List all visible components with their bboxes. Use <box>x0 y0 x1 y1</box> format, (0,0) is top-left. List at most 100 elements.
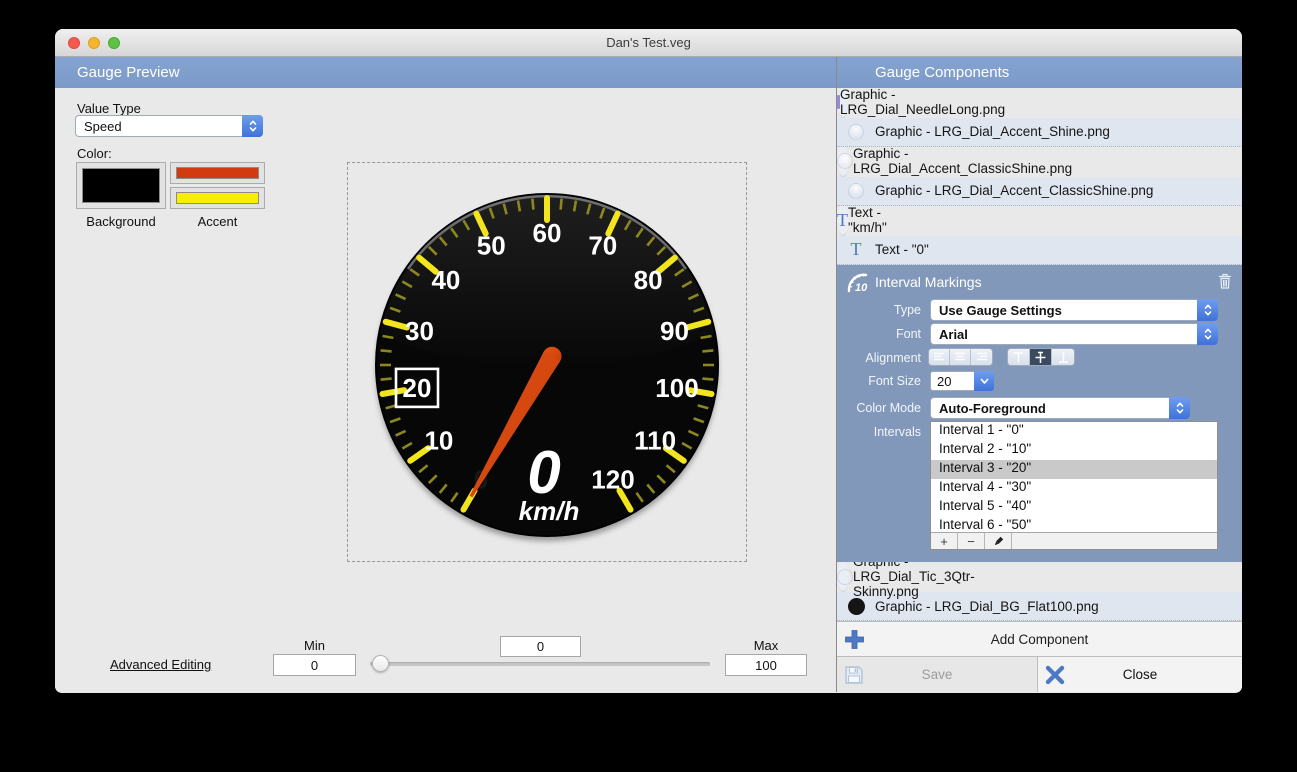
component-row[interactable]: Graphic - LRG_Dial_Tic_3Qtr-Skinny.png <box>837 562 849 592</box>
vertical-alignment-group <box>1007 348 1075 366</box>
align-right-icon <box>976 351 988 363</box>
component-row[interactable]: TText - "km/h" <box>837 206 849 236</box>
components-bottom-list: Graphic - LRG_Dial_Tic_3Qtr-Skinny.png Gr… <box>837 562 1242 621</box>
alignment-label: Alignment <box>837 351 921 365</box>
remove-interval-button[interactable]: − <box>958 533 985 549</box>
color-mode-value: Auto-Foreground <box>931 401 1169 416</box>
background-color-swatch <box>82 168 160 203</box>
advanced-editing-link[interactable]: Advanced Editing <box>110 657 211 672</box>
component-row-label: Graphic - LRG_Dial_BG_Flat100.png <box>875 599 1099 614</box>
close-label: Close <box>1123 667 1158 682</box>
value-slider[interactable] <box>370 655 710 673</box>
delete-component-button[interactable] <box>1216 272 1234 290</box>
intervals-label: Intervals <box>837 425 921 439</box>
font-value: Arial <box>931 327 1197 342</box>
close-button[interactable]: Close <box>1037 657 1242 692</box>
min-label: Min <box>273 638 356 653</box>
svg-text:20: 20 <box>403 373 432 403</box>
component-row-label: Graphic - LRG_Dial_NeedleLong.png <box>840 87 1005 117</box>
title-bar[interactable]: Dan's Test.veg <box>55 29 1242 57</box>
intervals-list: Interval 1 - "0"Interval 2 - "10"Interva… <box>931 422 1217 532</box>
chevron-down-icon <box>974 371 994 391</box>
save-button[interactable]: Save <box>837 657 1037 692</box>
accent-color-well-2[interactable] <box>170 187 265 209</box>
background-swatch-label: Background <box>76 214 166 229</box>
svg-text:40: 40 <box>431 265 460 295</box>
interval-list-item[interactable]: Interval 6 - "50" <box>931 517 1217 532</box>
dial-background-icon <box>848 598 865 615</box>
component-row[interactable]: T Text - "0" <box>837 236 1242 266</box>
font-size-label: Font Size <box>837 374 921 388</box>
interval-list-item[interactable]: Interval 3 - "20" <box>931 460 1217 479</box>
svg-text:70: 70 <box>588 230 617 260</box>
align-center-icon <box>954 351 966 363</box>
svg-text:30: 30 <box>405 316 434 346</box>
interval-list-item[interactable]: Interval 2 - "10" <box>931 441 1217 460</box>
color-mode-select[interactable]: Auto-Foreground <box>930 397 1190 419</box>
component-row[interactable]: Graphic - LRG_Dial_Accent_Shine.png <box>837 118 1242 148</box>
plus-icon <box>844 629 865 653</box>
align-right-button[interactable] <box>971 349 992 365</box>
interval-list-item[interactable]: Interval 5 - "40" <box>931 498 1217 517</box>
save-label: Save <box>922 667 953 682</box>
add-component-label: Add Component <box>991 632 1089 647</box>
component-row-label: Graphic - LRG_Dial_Accent_Shine.png <box>875 124 1110 139</box>
close-x-icon <box>1045 665 1065 688</box>
align-middle-button[interactable] <box>1030 349 1052 365</box>
accent-orange-swatch <box>176 167 259 179</box>
align-middle-icon <box>1034 351 1047 364</box>
window-title: Dan's Test.veg <box>55 35 1242 50</box>
gauge-preview-panel: Gauge Preview Value Type Speed Color: <box>55 57 836 692</box>
svg-text:80: 80 <box>634 265 663 295</box>
background-color-well[interactable] <box>76 162 166 209</box>
component-row[interactable]: Graphic - LRG_Dial_Accent_ClassicShine.p… <box>837 147 849 177</box>
accent-color-well-1[interactable] <box>170 162 265 184</box>
accent-yellow-swatch <box>176 192 259 204</box>
intervals-listbox: Interval 1 - "0"Interval 2 - "10"Interva… <box>930 421 1218 550</box>
color-mode-label: Color Mode <box>837 401 921 415</box>
shine-graphic-icon <box>848 124 864 140</box>
horizontal-alignment-group <box>928 348 993 366</box>
component-row[interactable]: Graphic - LRG_Dial_Accent_ClassicShine.p… <box>837 177 1242 207</box>
add-component-button[interactable]: Add Component <box>837 621 1242 656</box>
type-select[interactable]: Use Gauge Settings <box>930 299 1218 321</box>
align-center-button[interactable] <box>950 349 971 365</box>
current-value-input[interactable] <box>500 636 581 657</box>
slider-thumb[interactable] <box>372 655 389 672</box>
intervals-toolbar: + − <box>931 532 1217 549</box>
value-type-value: Speed <box>76 119 242 134</box>
max-label: Max <box>725 638 807 653</box>
max-value-input[interactable] <box>725 654 807 676</box>
component-row-label: Text - "km/h" <box>848 205 887 235</box>
component-row-label: Text - "0" <box>875 242 929 257</box>
font-size-value: 20 <box>930 371 974 391</box>
interval-markings-section: 10 Interval Markings Type <box>837 265 1242 562</box>
add-interval-button[interactable]: + <box>931 533 958 549</box>
type-label: Type <box>837 303 921 317</box>
gauge-components-panel: Gauge Components Graphic - LRG_Dial_Need… <box>837 57 1242 692</box>
align-bottom-button[interactable] <box>1052 349 1074 365</box>
align-top-button[interactable] <box>1008 349 1030 365</box>
edit-interval-button[interactable] <box>985 533 1012 549</box>
color-label: Color: <box>77 146 112 161</box>
interval-list-item[interactable]: Interval 4 - "30" <box>931 479 1217 498</box>
trash-icon <box>1218 273 1232 289</box>
font-size-select[interactable]: 20 <box>930 371 994 391</box>
svg-text:10: 10 <box>424 426 453 456</box>
component-row[interactable]: Graphic - LRG_Dial_NeedleLong.png <box>837 88 849 118</box>
font-select[interactable]: Arial <box>930 323 1218 345</box>
value-type-select[interactable]: Speed <box>75 115 263 137</box>
align-left-button[interactable] <box>929 349 950 365</box>
gauge-canvas[interactable]: 01020304050607080901001101200km/h <box>347 162 747 562</box>
svg-text:120: 120 <box>591 464 634 494</box>
slider-track[interactable] <box>370 662 710 666</box>
align-left-icon <box>933 351 945 363</box>
interval-list-item[interactable]: Interval 1 - "0" <box>931 422 1217 441</box>
value-type-label: Value Type <box>77 101 141 116</box>
interval-markings-title: Interval Markings <box>875 274 982 290</box>
speedometer-gauge: 01020304050607080901001101200km/h <box>348 163 746 561</box>
text-component-icon: T <box>851 239 862 260</box>
svg-text:60: 60 <box>533 218 562 248</box>
min-value-input[interactable] <box>273 654 356 676</box>
font-label: Font <box>837 327 921 341</box>
